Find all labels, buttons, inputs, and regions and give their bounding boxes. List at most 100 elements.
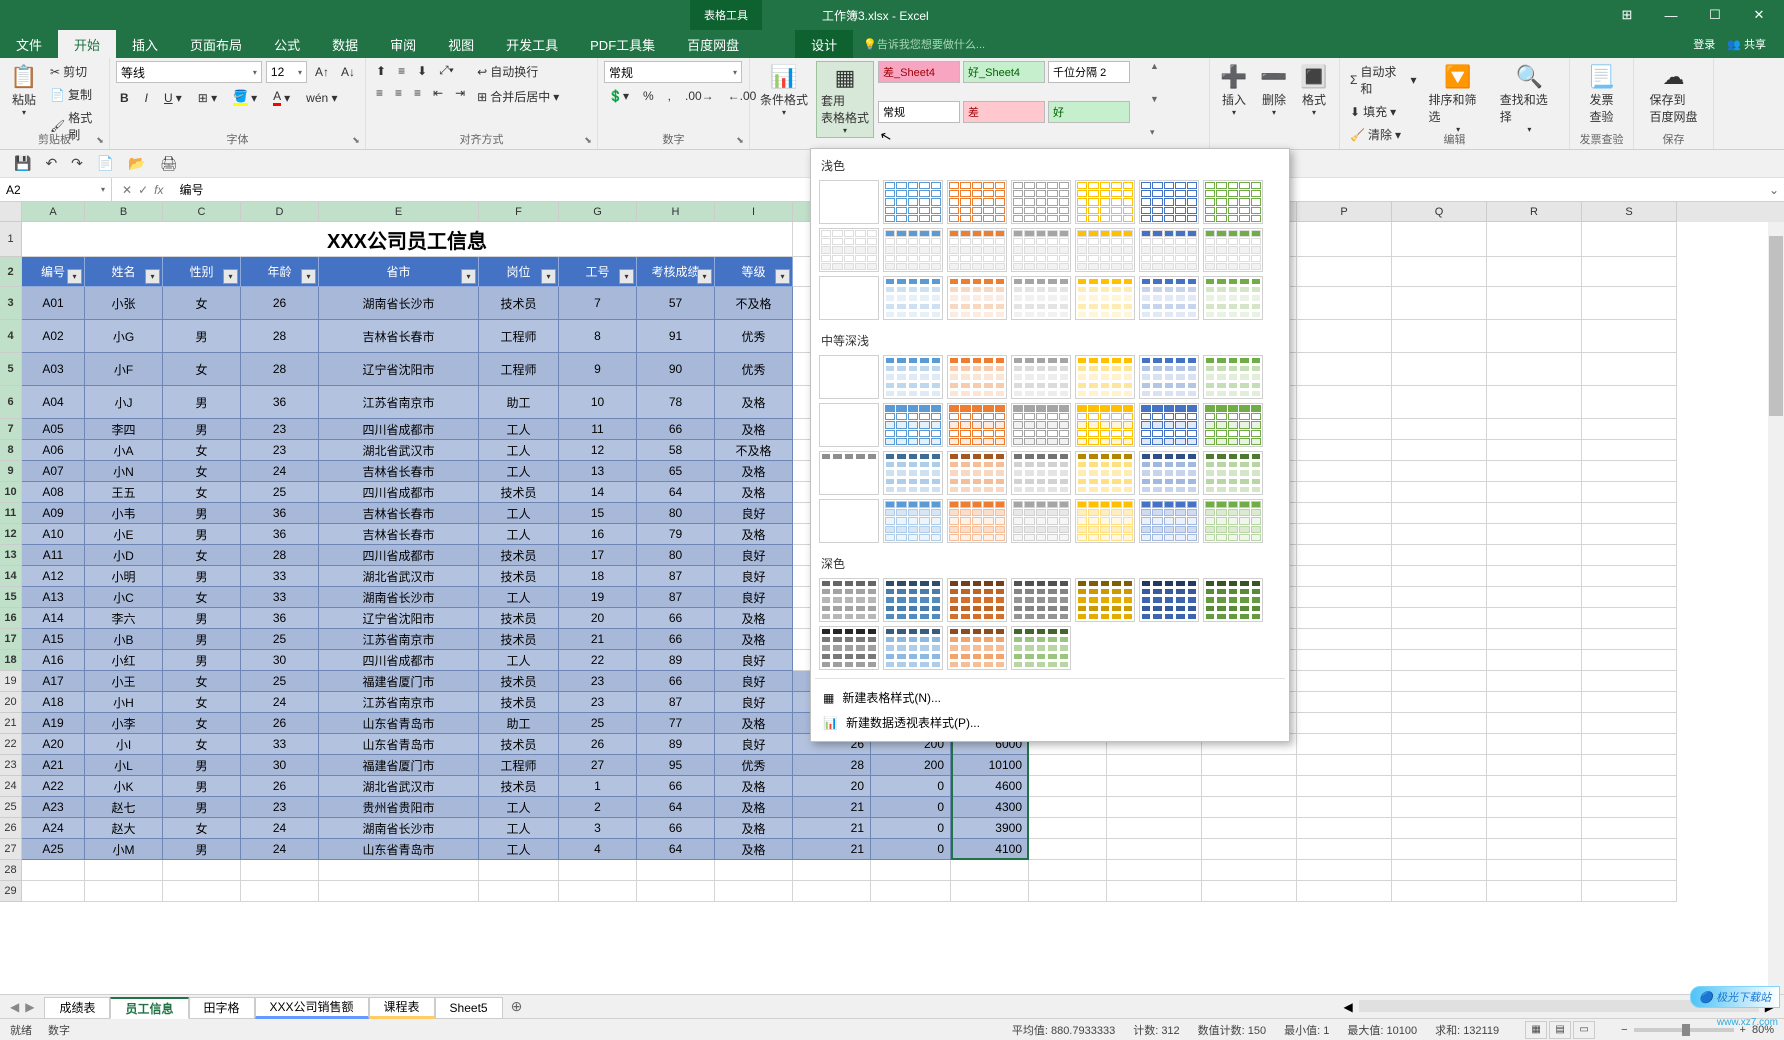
data-cell[interactable]: 27 xyxy=(559,755,637,776)
data-cell[interactable]: 工人 xyxy=(479,524,559,545)
column-header[interactable]: H xyxy=(637,202,715,222)
accounting-format-icon[interactable]: 💲▾ xyxy=(604,87,633,105)
data-cell[interactable] xyxy=(1297,839,1392,860)
data-cell[interactable]: 87 xyxy=(637,692,715,713)
enter-icon[interactable]: ✓ xyxy=(138,183,148,197)
undo-icon[interactable]: ↶ xyxy=(45,155,57,172)
row-header[interactable]: 19 xyxy=(0,671,22,692)
data-cell[interactable]: 四川省成都市 xyxy=(319,482,479,503)
data-cell[interactable]: A07 xyxy=(22,461,85,482)
table-style-swatch[interactable] xyxy=(819,180,879,224)
table-style-swatch[interactable] xyxy=(1011,180,1071,224)
data-cell[interactable]: 4300 xyxy=(951,797,1029,818)
data-cell[interactable]: 技术员 xyxy=(479,482,559,503)
data-cell[interactable]: 四川省成都市 xyxy=(319,650,479,671)
data-cell[interactable] xyxy=(1487,482,1582,503)
data-cell[interactable] xyxy=(1582,353,1677,386)
data-cell[interactable] xyxy=(1582,755,1677,776)
data-cell[interactable]: 山东省青岛市 xyxy=(319,713,479,734)
row-header[interactable]: 15 xyxy=(0,587,22,608)
column-header[interactable]: R xyxy=(1487,202,1582,222)
data-cell[interactable] xyxy=(1297,386,1392,419)
data-cell[interactable]: 4600 xyxy=(951,776,1029,797)
data-cell[interactable]: A06 xyxy=(22,440,85,461)
data-cell[interactable]: 26 xyxy=(241,287,319,320)
table-style-swatch[interactable] xyxy=(819,355,879,399)
decrease-indent-icon[interactable]: ⇤ xyxy=(429,84,447,102)
data-cell[interactable] xyxy=(1582,545,1677,566)
data-cell[interactable] xyxy=(1392,524,1487,545)
data-cell[interactable]: 10100 xyxy=(951,755,1029,776)
data-cell[interactable] xyxy=(1392,440,1487,461)
data-cell[interactable]: 89 xyxy=(637,734,715,755)
row-header[interactable]: 22 xyxy=(0,734,22,755)
data-cell[interactable]: 工人 xyxy=(479,839,559,860)
data-cell[interactable] xyxy=(1487,524,1582,545)
increase-indent-icon[interactable]: ⇥ xyxy=(451,84,469,102)
table-header-cell[interactable]: 工号▾ xyxy=(559,257,637,287)
merge-center-button[interactable]: ⊞ 合并后居中 ▾ xyxy=(473,86,563,107)
fx-icon[interactable]: fx xyxy=(154,183,163,197)
column-header[interactable]: I xyxy=(715,202,793,222)
data-cell[interactable]: 及格 xyxy=(715,839,793,860)
fill-color-button[interactable]: 🪣 ▾ xyxy=(229,87,261,108)
phonetic-button[interactable]: wén ▾ xyxy=(302,87,341,108)
data-cell[interactable]: A02 xyxy=(22,320,85,353)
table-style-swatch[interactable] xyxy=(1139,228,1199,272)
data-cell[interactable] xyxy=(1202,839,1297,860)
table-style-swatch[interactable] xyxy=(1139,276,1199,320)
data-cell[interactable]: 工人 xyxy=(479,797,559,818)
data-cell[interactable] xyxy=(1392,608,1487,629)
sheet-tab[interactable]: 田字格 xyxy=(189,997,255,1019)
data-cell[interactable]: A22 xyxy=(22,776,85,797)
data-cell[interactable]: 山东省青岛市 xyxy=(319,839,479,860)
data-cell[interactable] xyxy=(1487,839,1582,860)
format-cells-button[interactable]: 🔳格式▾ xyxy=(1296,61,1332,119)
data-cell[interactable] xyxy=(1582,419,1677,440)
save-to-baidu-button[interactable]: ☁保存到 百度网盘 xyxy=(1640,61,1707,127)
cell-style-item[interactable]: 千位分隔 2 xyxy=(1048,61,1130,83)
data-cell[interactable]: A14 xyxy=(22,608,85,629)
data-cell[interactable] xyxy=(1487,818,1582,839)
data-cell[interactable]: 江苏省南京市 xyxy=(319,386,479,419)
data-cell[interactable]: 25 xyxy=(241,671,319,692)
data-cell[interactable]: 4100 xyxy=(951,839,1029,860)
data-cell[interactable] xyxy=(1392,482,1487,503)
row-header[interactable]: 8 xyxy=(0,440,22,461)
data-cell[interactable]: 四川省成都市 xyxy=(319,545,479,566)
data-cell[interactable]: 28 xyxy=(241,353,319,386)
dialog-launcher-icon[interactable]: ⬊ xyxy=(93,133,107,147)
data-cell[interactable]: 78 xyxy=(637,386,715,419)
data-cell[interactable] xyxy=(1582,440,1677,461)
data-cell[interactable]: 28 xyxy=(241,545,319,566)
data-cell[interactable]: 男 xyxy=(163,419,241,440)
data-cell[interactable] xyxy=(1582,797,1677,818)
data-cell[interactable] xyxy=(1392,386,1487,419)
table-style-swatch[interactable] xyxy=(947,276,1007,320)
tab-data[interactable]: 数据 xyxy=(316,30,374,58)
cell-style-item[interactable]: 常规 xyxy=(878,101,960,123)
data-cell[interactable]: 女 xyxy=(163,671,241,692)
data-cell[interactable]: 及格 xyxy=(715,386,793,419)
dialog-launcher-icon[interactable]: ⬊ xyxy=(581,133,595,147)
column-header[interactable]: A xyxy=(22,202,85,222)
table-style-swatch[interactable] xyxy=(883,499,943,543)
align-right-icon[interactable]: ≡ xyxy=(410,84,425,102)
new-icon[interactable]: 📄 xyxy=(97,155,114,172)
percent-format-icon[interactable]: % xyxy=(639,87,658,105)
gallery-down-icon[interactable]: ▼ xyxy=(1150,94,1166,104)
row-header[interactable]: 6 xyxy=(0,386,22,419)
delete-cells-button[interactable]: ➖删除▾ xyxy=(1256,61,1292,119)
data-cell[interactable] xyxy=(1582,587,1677,608)
data-cell[interactable] xyxy=(1392,692,1487,713)
row-header[interactable]: 24 xyxy=(0,776,22,797)
data-cell[interactable]: A13 xyxy=(22,587,85,608)
comma-format-icon[interactable]: , xyxy=(664,87,675,105)
italic-button[interactable]: I xyxy=(141,87,152,108)
table-header-cell[interactable]: 性别▾ xyxy=(163,257,241,287)
cell-style-item[interactable]: 差_Sheet4 xyxy=(878,61,960,83)
data-cell[interactable]: 64 xyxy=(637,797,715,818)
table-style-swatch[interactable] xyxy=(1011,403,1071,447)
data-cell[interactable]: 22 xyxy=(559,650,637,671)
data-cell[interactable]: 3 xyxy=(559,818,637,839)
